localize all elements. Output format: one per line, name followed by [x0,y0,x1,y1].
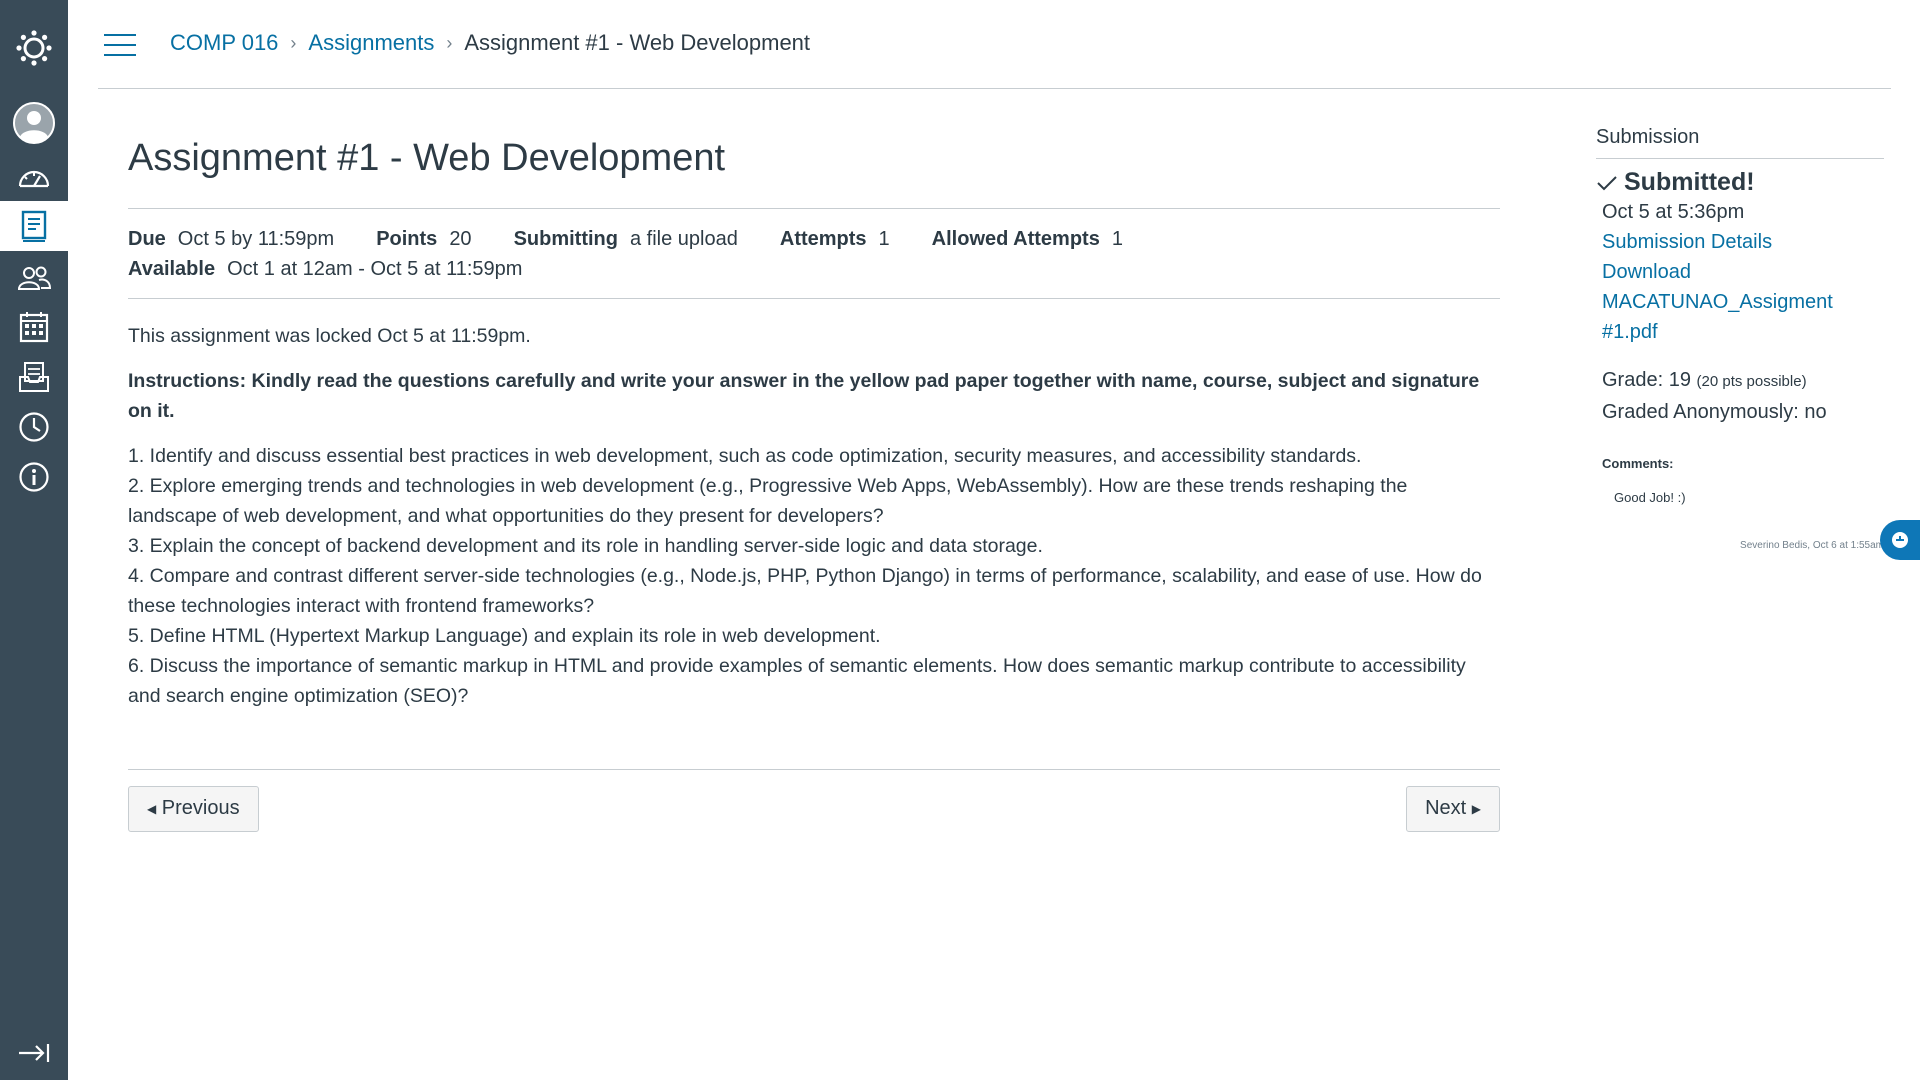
chat-help-button[interactable] [1880,520,1920,560]
divider [128,297,1500,299]
breadcrumb-assignments-link[interactable]: Assignments [308,30,434,56]
next-label: Next [1425,797,1467,820]
next-button[interactable]: Next ▶ [1406,785,1500,832]
caret-left-icon: ◀ [147,801,157,816]
locked-notice: This assignment was locked Oct 5 at 11:5… [128,324,531,347]
calendar-icon[interactable] [0,302,68,352]
question-item: 6. Discuss the importance of semantic ma… [128,654,1466,707]
submission-details-link[interactable]: Submission Details [1602,227,1884,257]
comments-label: Comments: [1602,456,1674,471]
chevron-right-icon: › [446,32,453,53]
submitted-label: Submitted! [1624,168,1755,196]
points-label: Points [376,227,438,250]
help-icon[interactable] [0,452,68,502]
question-item: 5. Define HTML (Hypertext Markup Languag… [128,624,881,647]
grade: Grade: 19 (20 pts possible) [1602,365,1884,397]
header-divider [98,88,1891,89]
submission-info: Oct 5 at 5:36pm Submission Details Downl… [1602,197,1884,561]
download-link[interactable]: Download [1602,257,1884,287]
breadcrumb-course-link[interactable]: COMP 016 [170,30,278,56]
account-avatar-icon[interactable] [0,98,68,148]
history-icon[interactable] [0,402,68,452]
assignment-description: This assignment was locked Oct 5 at 11:5… [128,321,1500,711]
collapse-nav-icon[interactable] [0,1028,68,1078]
question-item: 3. Explain the concept of backend develo… [128,534,1043,557]
submitting-value: a file upload [630,227,738,250]
breadcrumb-current: Assignment #1 - Web Development [464,30,811,55]
due-label: Due [128,227,166,250]
page-title: Assignment #1 - Web Development [128,137,726,179]
question-item: 1. Identify and discuss essential best p… [128,444,1362,467]
inbox-icon[interactable] [0,352,68,402]
submission-heading: Submission [1596,126,1884,159]
caret-right-icon: ▶ [1471,801,1481,816]
question-item: 4. Compare and contrast different server… [128,564,1482,617]
allowed-attempts-label: Allowed Attempts [931,227,1100,250]
points-possible: (20 pts possible) [1696,373,1807,390]
attempts-label: Attempts [779,227,867,250]
due-value: Oct 5 by 11:59pm [177,227,335,250]
submission-date: Oct 5 at 5:36pm [1602,201,1745,223]
checkmark-icon [1597,175,1617,190]
grade-value: Grade: 19 [1602,369,1691,391]
assignment-content: Assignment #1 - Web Development Due Oct 5… [128,128,1500,839]
attempts-value: 1 [878,227,890,250]
question-item: 2. Explore emerging trends and technolog… [128,474,1408,527]
submission-status: Submitted! [1596,168,1884,197]
global-nav [0,0,68,1080]
available-value: Oct 1 at 12am - Oct 5 at 11:59pm [227,257,523,280]
comment-author: Severino Bedis, Oct 6 at 1:55am [1740,540,1884,551]
previous-button[interactable]: ◀ Previous [128,785,259,832]
groups-icon[interactable] [0,253,68,303]
previous-label: Previous [161,797,240,820]
chat-bubble-icon [1892,532,1908,548]
submitting-label: Submitting [513,227,618,250]
dashboard-icon[interactable] [0,152,68,202]
divider [128,768,1500,770]
comment-text: Good Job! :) [1614,490,1686,505]
instructions: Instructions: Kindly read the questions … [128,369,1480,422]
canvas-logo-icon[interactable] [0,23,68,73]
available-label: Available [128,257,216,280]
assignment-details: Due Oct 5 by 11:59pm Points 20 Submitting a f… [128,209,1500,298]
module-pager: ◀ Previous Next ▶ [128,768,1500,839]
course-menu-toggle[interactable] [104,32,136,58]
breadcrumb: COMP 016 › Assignments › Assignment #1 -… [170,26,810,60]
chevron-right-icon: › [290,32,297,53]
question-list: 1. Identify and discuss essential best p… [128,441,1500,711]
allowed-attempts-value: 1 [1111,227,1123,250]
courses-icon[interactable] [0,201,68,251]
submission-sidebar: Submission Submitted! Oct 5 at 5:36pm Su… [1596,126,1884,561]
graded-anonymously: Graded Anonymously: no [1602,401,1827,423]
points-value: 20 [449,227,472,250]
submitted-file-link[interactable]: MACATUNAO_Assigment #1.pdf [1602,287,1884,347]
